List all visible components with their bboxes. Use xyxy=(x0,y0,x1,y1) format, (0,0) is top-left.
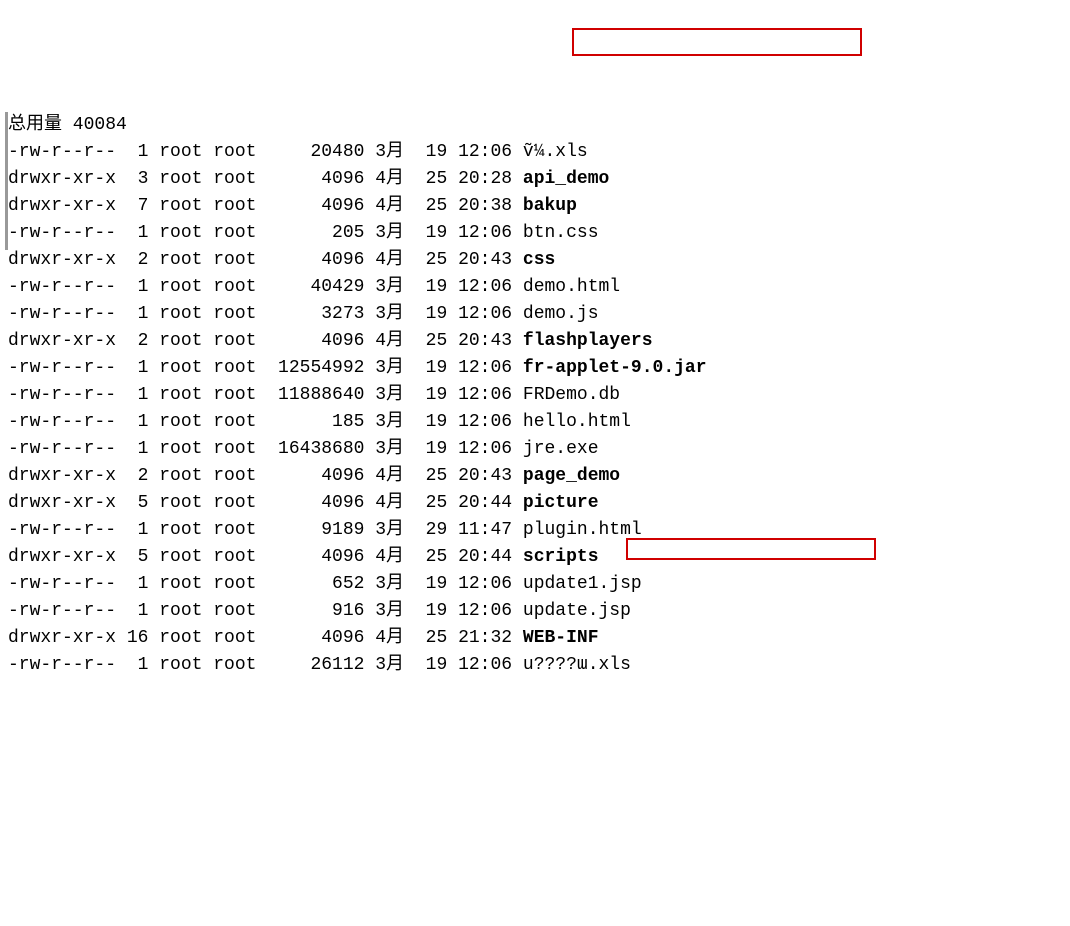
file-row: drwxr-xr-x 16 root root 4096 4月 25 21:32… xyxy=(8,625,1062,652)
file-name: bakup xyxy=(523,196,577,216)
file-row: drwxr-xr-x 2 root root 4096 4月 25 20:43 … xyxy=(8,463,1062,490)
file-name: u????ɯ.xls xyxy=(523,655,631,675)
file-row: -rw-r--r-- 1 root root 40429 3月 19 12:06… xyxy=(8,274,1062,301)
file-row: drwxr-xr-x 5 root root 4096 4月 25 20:44 … xyxy=(8,544,1062,571)
file-row: -rw-r--r-- 1 root root 26112 3月 19 12:06… xyxy=(8,652,1062,679)
file-name: demo.html xyxy=(523,277,620,297)
file-row: -rw-r--r-- 1 root root 3273 3月 19 12:06 … xyxy=(8,301,1062,328)
text-selection-marker xyxy=(5,112,8,250)
file-name: hello.html xyxy=(523,412,631,432)
file-name: update.jsp xyxy=(523,601,631,621)
file-row: -rw-r--r-- 1 root root 205 3月 19 12:06 b… xyxy=(8,220,1062,247)
file-name: demo.js xyxy=(523,304,599,324)
file-name: plugin.html xyxy=(523,520,642,540)
file-row: -rw-r--r-- 1 root root 916 3月 19 12:06 u… xyxy=(8,598,1062,625)
total-line: 总用量 40084 xyxy=(8,112,1062,139)
file-row: -rw-r--r-- 1 root root 185 3月 19 12:06 h… xyxy=(8,409,1062,436)
file-name: css xyxy=(523,250,555,270)
file-name: api_demo xyxy=(523,169,609,189)
file-row: drwxr-xr-x 2 root root 4096 4月 25 20:43 … xyxy=(8,328,1062,355)
file-name: scripts xyxy=(523,547,599,567)
file-name: WEB-INF xyxy=(523,628,599,648)
file-row: drwxr-xr-x 7 root root 4096 4月 25 20:38 … xyxy=(8,193,1062,220)
file-name: ṽ¼.xls xyxy=(523,142,588,162)
file-row: -rw-r--r-- 1 root root 9189 3月 29 11:47 … xyxy=(8,517,1062,544)
file-row: -rw-r--r-- 1 root root 12554992 3月 19 12… xyxy=(8,355,1062,382)
file-name: jre.exe xyxy=(523,439,599,459)
file-row: -rw-r--r-- 1 root root 20480 3月 19 12:06… xyxy=(8,139,1062,166)
file-name: fr-applet-9.0.jar xyxy=(523,358,707,378)
file-name: page_demo xyxy=(523,466,620,486)
file-row: drwxr-xr-x 2 root root 4096 4月 25 20:43 … xyxy=(8,247,1062,274)
file-row: drwxr-xr-x 3 root root 4096 4月 25 20:28 … xyxy=(8,166,1062,193)
terminal-output: 总用量 40084-rw-r--r-- 1 root root 20480 3月… xyxy=(8,112,1062,679)
file-row: -rw-r--r-- 1 root root 16438680 3月 19 12… xyxy=(8,436,1062,463)
file-name: flashplayers xyxy=(523,331,653,351)
file-name: FRDemo.db xyxy=(523,385,620,405)
file-name: picture xyxy=(523,493,599,513)
file-row: -rw-r--r-- 1 root root 11888640 3月 19 12… xyxy=(8,382,1062,409)
file-row: drwxr-xr-x 5 root root 4096 4月 25 20:44 … xyxy=(8,490,1062,517)
file-name: btn.css xyxy=(523,223,599,243)
file-row: -rw-r--r-- 1 root root 652 3月 19 12:06 u… xyxy=(8,571,1062,598)
highlight-box-1 xyxy=(572,28,862,56)
file-name: update1.jsp xyxy=(523,574,642,594)
